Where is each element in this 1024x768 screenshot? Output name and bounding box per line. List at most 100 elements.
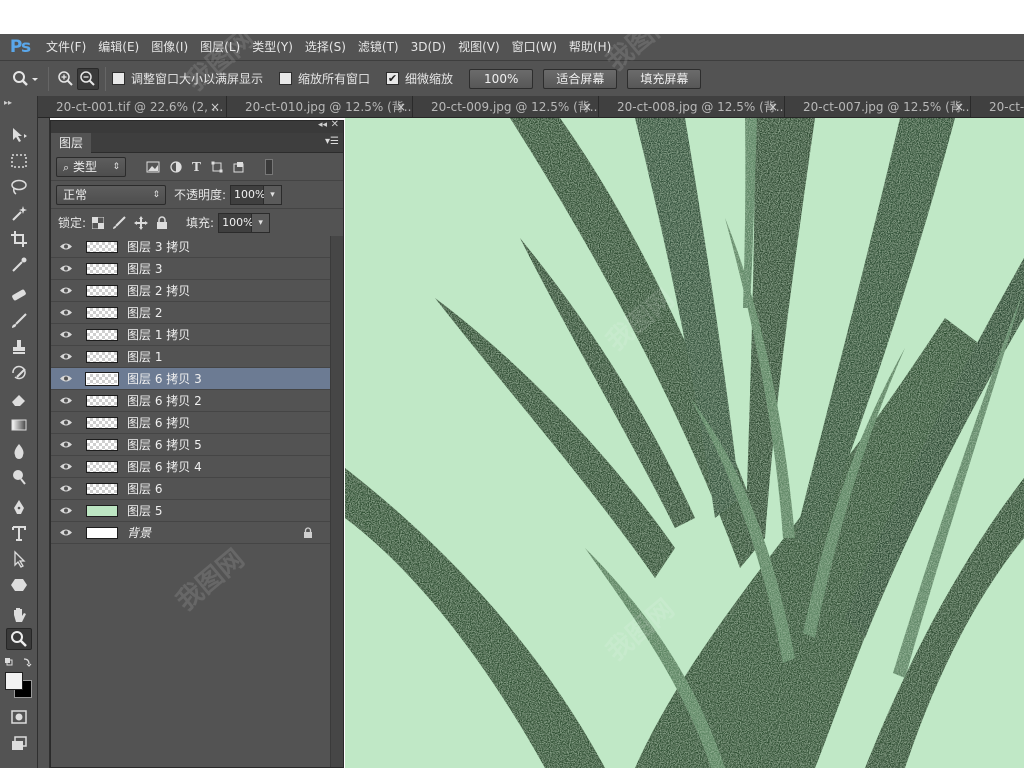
menu-window[interactable]: 窗口(W) bbox=[506, 34, 563, 60]
panel-titlebar[interactable]: ◂◂ ✕ bbox=[51, 119, 343, 133]
close-icon[interactable]: ✕ bbox=[331, 119, 339, 130]
menu-file[interactable]: 文件(F) bbox=[40, 34, 92, 60]
close-icon[interactable]: × bbox=[582, 96, 592, 117]
opacity-slider-button[interactable]: ▾ bbox=[264, 184, 283, 205]
type-tool[interactable] bbox=[6, 522, 32, 544]
crop-tool[interactable] bbox=[6, 228, 32, 250]
zoom-all-windows-checkbox[interactable] bbox=[279, 72, 293, 85]
layer-row[interactable]: 图层 1 拷贝 bbox=[51, 324, 330, 346]
history-brush-tool[interactable] bbox=[6, 362, 32, 384]
blend-mode-dropdown[interactable]: 正常 ⇕ bbox=[56, 184, 166, 205]
clone-stamp-tool[interactable] bbox=[6, 336, 32, 358]
layer-row[interactable]: 图层 6 拷贝 2 bbox=[51, 390, 330, 412]
tab-document-001[interactable]: 20-ct-001.tif @ 22.6% (2, ... × bbox=[38, 96, 227, 117]
close-icon[interactable]: × bbox=[954, 96, 964, 117]
healing-brush-tool[interactable] bbox=[6, 284, 32, 306]
layer-thumbnail[interactable] bbox=[86, 329, 118, 341]
hand-tool[interactable] bbox=[6, 604, 32, 626]
layer-list-scrollbar[interactable] bbox=[330, 236, 343, 767]
menu-help[interactable]: 帮助(H) bbox=[563, 34, 617, 60]
foreground-color-swatch[interactable] bbox=[5, 672, 23, 690]
layer-thumbnail[interactable] bbox=[86, 483, 118, 495]
layer-thumbnail[interactable] bbox=[86, 241, 118, 253]
tab-document-007[interactable]: 20-ct-007.jpg @ 12.5% (背... × bbox=[785, 96, 971, 117]
layer-thumbnail[interactable] bbox=[86, 285, 118, 297]
layer-thumbnail[interactable] bbox=[86, 505, 118, 517]
collapse-icon[interactable]: ▸▸ bbox=[4, 98, 12, 107]
eye-visibility-icon[interactable] bbox=[60, 440, 72, 449]
quick-mask-button[interactable] bbox=[6, 706, 32, 728]
layer-row[interactable]: 图层 6 拷贝 bbox=[51, 412, 330, 434]
menu-3d[interactable]: 3D(D) bbox=[405, 34, 452, 60]
close-icon[interactable]: × bbox=[210, 96, 220, 117]
collapse-panel-icon[interactable]: ◂◂ bbox=[318, 120, 327, 130]
path-selection-tool[interactable] bbox=[6, 548, 32, 570]
tab-document-009[interactable]: 20-ct-009.jpg @ 12.5% (背... × bbox=[413, 96, 599, 117]
eye-visibility-icon[interactable] bbox=[60, 242, 72, 251]
layer-row[interactable]: 图层 1 bbox=[51, 346, 330, 368]
layer-thumbnail[interactable] bbox=[86, 417, 118, 429]
lasso-tool[interactable] bbox=[6, 176, 32, 198]
eye-visibility-icon[interactable] bbox=[60, 506, 72, 515]
menu-select[interactable]: 选择(S) bbox=[299, 34, 352, 60]
panel-menu-icon[interactable]: ▾☰ bbox=[325, 136, 339, 147]
close-icon[interactable]: × bbox=[396, 96, 406, 117]
eye-visibility-icon[interactable] bbox=[60, 352, 72, 361]
marquee-tool[interactable] bbox=[6, 150, 32, 172]
gradient-tool[interactable] bbox=[6, 414, 32, 436]
menu-view[interactable]: 视图(V) bbox=[452, 34, 506, 60]
menu-image[interactable]: 图像(I) bbox=[145, 34, 194, 60]
opacity-input[interactable]: 100% bbox=[230, 184, 266, 205]
eye-visibility-icon[interactable] bbox=[60, 396, 72, 405]
layer-row[interactable]: 背景 bbox=[51, 522, 330, 544]
tab-document-008[interactable]: 20-ct-008.jpg @ 12.5% (背... × bbox=[599, 96, 785, 117]
scrubby-zoom-checkbox[interactable]: ✔ bbox=[386, 72, 400, 85]
layer-thumbnail[interactable] bbox=[86, 395, 118, 407]
layer-row[interactable]: 图层 3 拷贝 bbox=[51, 236, 330, 258]
dodge-tool[interactable] bbox=[6, 466, 32, 488]
fill-screen-button[interactable]: 填充屏幕 bbox=[627, 68, 702, 89]
layer-thumbnail[interactable] bbox=[86, 439, 118, 451]
tab-document-006[interactable]: 20-ct-0 bbox=[971, 96, 1024, 117]
eye-visibility-icon[interactable] bbox=[60, 418, 72, 427]
fill-slider-button[interactable]: ▾ bbox=[252, 212, 271, 233]
layer-thumbnail[interactable] bbox=[86, 307, 118, 319]
layer-thumbnail[interactable] bbox=[86, 351, 118, 363]
layer-row[interactable]: 图层 6 拷贝 5 bbox=[51, 434, 330, 456]
zoom-out-button[interactable] bbox=[77, 67, 99, 90]
layer-row[interactable]: 图层 6 拷贝 3 bbox=[51, 368, 330, 390]
eye-visibility-icon[interactable] bbox=[60, 374, 72, 383]
move-tool[interactable] bbox=[6, 124, 32, 146]
layer-thumbnail[interactable] bbox=[86, 527, 118, 539]
layer-thumbnail[interactable] bbox=[86, 461, 118, 473]
pixel-filter-icon[interactable] bbox=[146, 161, 160, 173]
smart-object-filter-icon[interactable] bbox=[233, 161, 245, 173]
layer-row[interactable]: 图层 6 拷贝 4 bbox=[51, 456, 330, 478]
eye-visibility-icon[interactable] bbox=[60, 308, 72, 317]
eye-visibility-icon[interactable] bbox=[60, 484, 72, 493]
eyedropper-tool[interactable] bbox=[6, 254, 32, 276]
layer-row[interactable]: 图层 3 bbox=[51, 258, 330, 280]
layer-row[interactable]: 图层 2 拷贝 bbox=[51, 280, 330, 302]
document-canvas[interactable] bbox=[345, 118, 1024, 768]
magic-wand-tool[interactable] bbox=[6, 202, 32, 224]
eye-visibility-icon[interactable] bbox=[60, 462, 72, 471]
layer-row[interactable]: 图层 6 bbox=[51, 478, 330, 500]
menu-edit[interactable]: 编辑(E) bbox=[92, 34, 145, 60]
menu-type[interactable]: 类型(Y) bbox=[246, 34, 299, 60]
lock-pixels-brush-icon[interactable] bbox=[112, 215, 126, 230]
eye-visibility-icon[interactable] bbox=[60, 330, 72, 339]
layer-row[interactable]: 图层 2 bbox=[51, 302, 330, 324]
layer-row[interactable]: 图层 5 bbox=[51, 500, 330, 522]
zoom-tool[interactable] bbox=[6, 628, 32, 650]
fit-screen-button[interactable]: 适合屏幕 bbox=[543, 68, 618, 89]
filter-toggle-switch[interactable] bbox=[264, 158, 273, 175]
eye-visibility-icon[interactable] bbox=[60, 264, 72, 273]
shape-tool[interactable] bbox=[6, 574, 32, 596]
eye-visibility-icon[interactable] bbox=[60, 528, 72, 537]
shape-filter-icon[interactable] bbox=[211, 161, 223, 173]
tab-layers[interactable]: 图层 bbox=[51, 133, 92, 153]
pen-tool[interactable] bbox=[6, 496, 32, 518]
type-filter-icon[interactable]: T bbox=[192, 160, 201, 174]
tool-preset-picker[interactable] bbox=[8, 68, 42, 90]
